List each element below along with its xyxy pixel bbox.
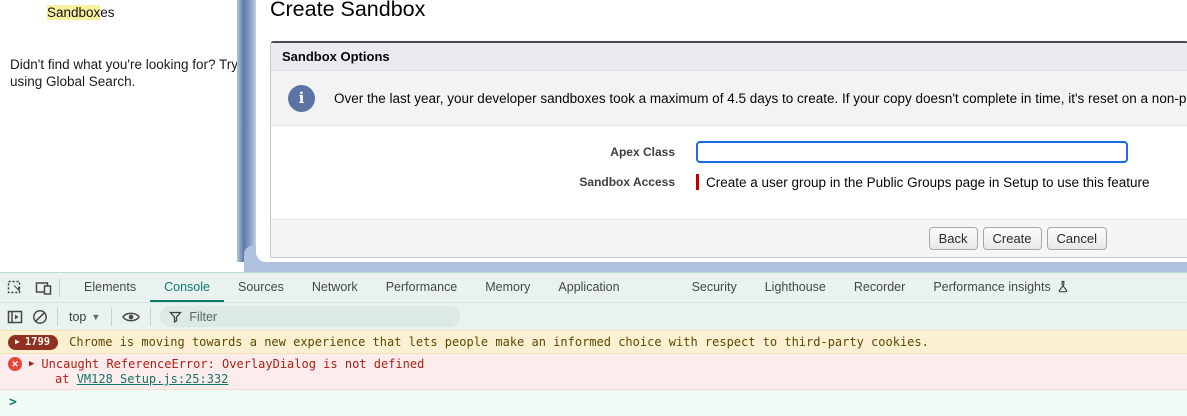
sandbox-form: Apex Class Sandbox Access Create a user … [271, 126, 1187, 190]
setup-background-gradient-bar [237, 0, 256, 262]
section-header: Sandbox Options [271, 43, 1187, 71]
salesforce-page: Sandboxes Didn't find what you're lookin… [0, 0, 1187, 272]
error-icon: ✕ [8, 357, 22, 371]
tab-recorder[interactable]: Recorder [840, 273, 919, 302]
create-button[interactable]: Create [983, 227, 1042, 250]
flask-icon [1057, 280, 1069, 293]
expand-triangle-icon[interactable]: ▶ [29, 359, 34, 369]
content-panel: Create Sandbox Sandbox Options i Over th… [256, 0, 1187, 262]
tab-console[interactable]: Console [150, 273, 224, 302]
javascript-context-dropdown[interactable]: top ▼ [67, 310, 102, 324]
screen: Sandboxes Didn't find what you're lookin… [0, 0, 1187, 416]
tab-sources[interactable]: Sources [224, 273, 298, 302]
error-message: Uncaught ReferenceError: OverlayDialog i… [41, 357, 424, 371]
tab-memory[interactable]: Memory [471, 273, 544, 302]
tab-lighthouse[interactable]: Lighthouse [751, 273, 840, 302]
filter-funnel-icon [169, 311, 182, 323]
inspect-element-icon[interactable] [7, 279, 24, 296]
console-messages: ▶ 1799 Chrome is moving towards a new ex… [0, 330, 1187, 416]
console-filter[interactable] [160, 306, 460, 327]
info-banner: i Over the last year, your developer san… [271, 71, 1187, 126]
cancel-button[interactable]: Cancel [1047, 227, 1107, 250]
tab-performance-insights[interactable]: Performance insights [919, 273, 1082, 302]
back-button[interactable]: Back [929, 227, 978, 250]
devtools-tab-bar: Elements Console Sources Network Perform… [0, 273, 1187, 302]
devtools-panel: Elements Console Sources Network Perform… [0, 272, 1187, 416]
required-field-bar [696, 174, 699, 190]
highlighted-search-match: Sandbox [47, 5, 100, 20]
apex-class-row: Apex Class [271, 141, 1187, 163]
prompt-chevron-icon: > [9, 395, 17, 410]
section-footer: Back Create Cancel [271, 219, 1187, 257]
stack-frame-prefix: at [55, 372, 69, 386]
apex-class-label: Apex Class [271, 145, 675, 159]
page-title: Create Sandbox [270, 0, 425, 22]
console-error-row[interactable]: ✕ ▶ Uncaught ReferenceError: OverlayDial… [0, 354, 1187, 390]
device-toolbar-icon[interactable] [35, 280, 53, 296]
info-message: Over the last year, your developer sandb… [334, 91, 1186, 106]
tab-elements[interactable]: Elements [70, 273, 150, 302]
clear-console-icon[interactable] [32, 309, 48, 325]
tab-performance[interactable]: Performance [372, 273, 472, 302]
live-expression-eye-icon[interactable] [121, 310, 141, 324]
sandbox-access-note: Create a user group in the Public Groups… [706, 175, 1150, 190]
stack-frame-link[interactable]: VM128 Setup.js:25:332 [77, 372, 229, 386]
sandbox-access-label: Sandbox Access [271, 175, 675, 189]
tab-security[interactable]: Security [678, 273, 751, 302]
info-icon: i [288, 85, 315, 112]
sidebar-search-result-sandboxes[interactable]: Sandboxes [47, 5, 115, 20]
repeat-count: 1799 [25, 336, 50, 348]
chevron-down-icon: ▼ [91, 312, 100, 322]
search-match-rest: es [100, 5, 114, 20]
tab-application[interactable]: Application [544, 273, 633, 302]
expand-triangle-icon: ▶ [15, 336, 20, 348]
apex-class-input[interactable] [696, 141, 1128, 163]
sidebar-help-text: Didn't find what you're looking for? Try… [10, 56, 242, 90]
tab-network[interactable]: Network [298, 273, 372, 302]
filter-input[interactable] [189, 310, 451, 324]
devtools-tabs: Elements Console Sources Network Perform… [70, 273, 1083, 302]
console-prompt[interactable]: > [0, 390, 1187, 415]
console-sidebar-icon[interactable] [7, 310, 23, 324]
sandbox-access-row: Sandbox Access Create a user group in th… [271, 174, 1187, 190]
repeat-count-badge[interactable]: ▶ 1799 [8, 335, 58, 350]
console-toolbar: top ▼ [0, 302, 1187, 330]
warning-message: Chrome is moving towards a new experienc… [69, 335, 929, 349]
sandbox-options-section: Sandbox Options i Over the last year, yo… [270, 41, 1187, 258]
console-warning-row[interactable]: ▶ 1799 Chrome is moving towards a new ex… [0, 330, 1187, 354]
